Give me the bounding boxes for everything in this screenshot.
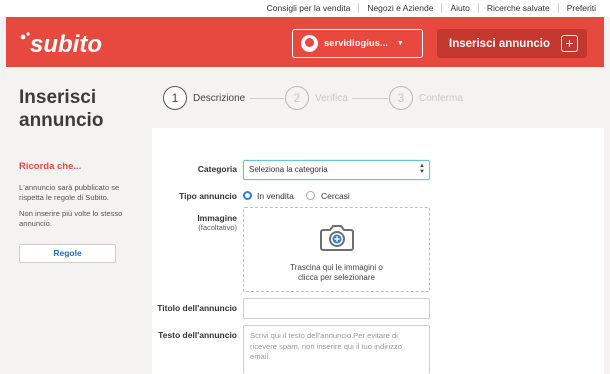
category-select[interactable]: Seleziona la categoria ▲ ▼: [243, 160, 430, 180]
main-header: subito servidiogius... ▼ Inserisci annun…: [6, 17, 604, 67]
user-name: servidiogius...: [324, 38, 388, 49]
text-label: Testo dell'annuncio: [158, 330, 237, 340]
step-3-number: 3: [389, 86, 413, 110]
user-menu-button[interactable]: servidiogius... ▼: [292, 29, 423, 58]
title-input[interactable]: [243, 298, 430, 319]
radio-wanted-label[interactable]: Cercasi: [321, 191, 350, 201]
rules-button[interactable]: Regole: [19, 244, 116, 263]
svg-text:subito: subito: [30, 31, 102, 57]
sidebar: Ricorda che... L'annuncio sarà pubblicat…: [6, 130, 152, 374]
image-dropzone[interactable]: Trascina qui le immagini o clicca per se…: [243, 207, 430, 292]
topnav-link-help[interactable]: Aiuto: [441, 3, 477, 13]
dropzone-text-line1: Trascina qui le immagini o: [290, 263, 383, 272]
page-title: Inserisci annuncio: [19, 87, 104, 131]
post-ad-button[interactable]: Inserisci annuncio +: [437, 29, 587, 58]
topnav-link-shops[interactable]: Negozi e Aziende: [358, 3, 441, 13]
description-textarea[interactable]: Scrivi qui il testo dell'annuncio.Per ev…: [243, 325, 430, 374]
post-ad-label: Inserisci annuncio: [449, 37, 550, 50]
step-2-label: Verifica: [315, 93, 348, 104]
ad-form: Categoria Seleziona la categoria ▲ ▼ Tipo…: [152, 128, 604, 374]
subito-logo[interactable]: subito: [20, 31, 120, 57]
sidebar-note-rules: L'annuncio sarà pubblicato se rispetta l…: [19, 183, 120, 202]
sidebar-heading: Ricorda che...: [19, 161, 82, 172]
sidebar-note-duplicates: Non inserire più volte lo stesso annunci…: [19, 209, 123, 228]
step-connector: [352, 98, 388, 99]
category-select-value: Seleziona la categoria: [249, 165, 328, 174]
camera-icon: [320, 225, 354, 251]
step-1-number: 1: [163, 86, 187, 110]
topnav-link-saved-searches[interactable]: Ricerche salvate: [477, 3, 558, 13]
radio-for-sale-label[interactable]: In vendita: [257, 191, 294, 201]
ad-type-label: Tipo annuncio: [179, 191, 237, 201]
top-utility-bar: Consigli per la vendita Negozi e Aziende…: [0, 0, 610, 17]
chevron-down-icon: ▼: [396, 40, 404, 47]
radio-for-sale[interactable]: [243, 191, 252, 200]
plus-icon: +: [561, 35, 578, 52]
step-connector: [250, 98, 284, 99]
category-label: Categoria: [197, 164, 237, 174]
topnav-link-tips[interactable]: Consigli per la vendita: [259, 3, 359, 13]
step-1-label: Descrizione: [193, 93, 246, 104]
image-label: Immagine: [197, 213, 237, 223]
dropzone-text-line2: clicca per selezionare: [298, 273, 375, 282]
step-2-number: 2: [285, 86, 309, 110]
image-optional-label: (facoltativo): [198, 223, 237, 232]
step-indicator: 1 Descrizione 2 Verifica 3 Conferma: [163, 86, 583, 112]
title-label: Titolo dell'annuncio: [157, 303, 237, 313]
avatar-icon: [301, 35, 318, 52]
radio-wanted[interactable]: [306, 191, 315, 200]
select-arrows-icon: ▲ ▼: [419, 163, 425, 175]
step-3-label: Conferma: [419, 93, 463, 104]
topnav-link-favorites[interactable]: Preferiti: [557, 3, 604, 13]
